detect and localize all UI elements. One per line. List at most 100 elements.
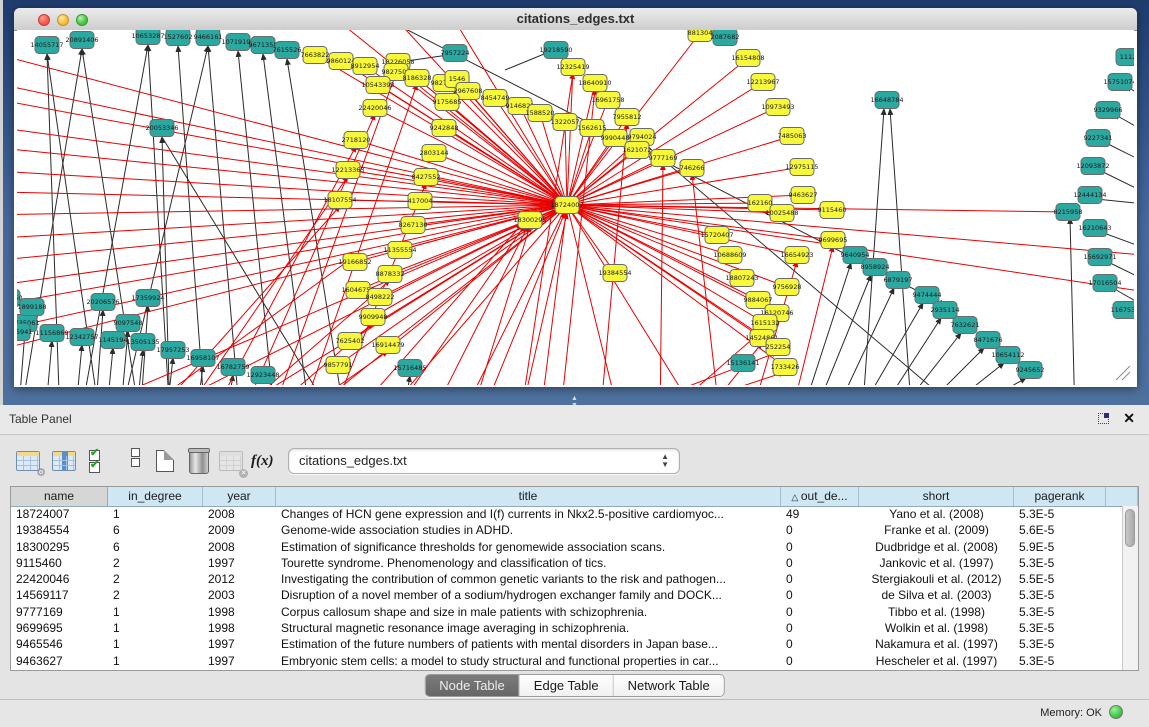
graph-edge[interactable] bbox=[17, 205, 567, 285]
graph-node[interactable]: 16782759 bbox=[216, 359, 249, 376]
graph-node[interactable]: 14055717 bbox=[30, 37, 63, 54]
graph-node[interactable]: 9699695 bbox=[819, 232, 848, 249]
table-row[interactable]: 1872400712008Changes of HCN gene express… bbox=[11, 506, 1123, 522]
graph-node[interactable]: 12213967 bbox=[746, 74, 779, 91]
graph-node[interactable]: 9474444 bbox=[913, 287, 942, 304]
column-header-out_degree[interactable]: △ out_de... bbox=[781, 487, 859, 506]
table-row[interactable]: 1456911722003Disruption of a novel membe… bbox=[11, 587, 1123, 603]
graph-node[interactable]: 2803144 bbox=[420, 145, 449, 162]
graph-node[interactable]: 9777169 bbox=[649, 150, 678, 167]
graph-node[interactable]: 16654923 bbox=[780, 247, 813, 264]
graph-node[interactable]: 18724007 bbox=[550, 197, 583, 214]
graph-node[interactable]: 16648784 bbox=[870, 92, 903, 109]
graph-edge[interactable] bbox=[505, 52, 549, 70]
resize-grip-icon[interactable] bbox=[1116, 366, 1130, 380]
table-row[interactable]: 1830029562008Estimation of significance … bbox=[11, 539, 1123, 555]
graph-node[interactable]: 9857791 bbox=[324, 357, 353, 374]
graph-node[interactable]: 1167533 bbox=[1111, 302, 1134, 319]
graph-node[interactable]: 1145194 bbox=[99, 332, 128, 349]
graph-node[interactable]: 9175685 bbox=[433, 94, 462, 111]
graph-node[interactable]: 12213363 bbox=[331, 162, 364, 179]
graph-edge[interactable] bbox=[434, 153, 567, 205]
graph-node[interactable]: 9463627 bbox=[789, 187, 818, 204]
close-icon[interactable]: ✕ bbox=[1123, 410, 1135, 426]
graph-node[interactable]: 8215958 bbox=[1054, 204, 1083, 221]
table-row[interactable]: 977716911998Corpus callosum shape and si… bbox=[11, 604, 1123, 620]
graph-edge[interactable] bbox=[45, 341, 52, 385]
table-row[interactable]: 946554611997Estimation of the future num… bbox=[11, 636, 1123, 652]
graph-node[interactable]: 1899188 bbox=[18, 299, 47, 316]
graph-node[interactable]: 9756928 bbox=[773, 279, 802, 296]
select-all-icon[interactable] bbox=[89, 447, 115, 475]
graph-node[interactable]: 16961758 bbox=[591, 92, 624, 109]
graph-node[interactable]: 16154808 bbox=[731, 50, 764, 67]
graph-edge[interactable] bbox=[136, 350, 143, 385]
float-window-icon[interactable] bbox=[1098, 413, 1109, 424]
graph-node[interactable]: 1621072 bbox=[623, 142, 652, 159]
graph-node[interactable]: 19166852 bbox=[338, 254, 371, 271]
graph-node[interactable]: 7615526 bbox=[273, 42, 302, 59]
graph-edge[interactable] bbox=[75, 345, 82, 385]
graph-node[interactable]: 8427552 bbox=[412, 169, 441, 186]
graph-node[interactable]: 1322057 bbox=[551, 114, 580, 131]
graph-node[interactable]: 7625402 bbox=[336, 333, 365, 350]
graph-node[interactable]: 20206576 bbox=[86, 294, 119, 311]
graph-node[interactable]: 1733426 bbox=[771, 359, 800, 376]
window-titlebar[interactable]: citations_edges.txt bbox=[14, 8, 1137, 31]
graph-node[interactable]: 18807243 bbox=[725, 270, 758, 287]
graph-node[interactable]: 16914479 bbox=[371, 337, 404, 354]
graph-node[interactable]: 16210643 bbox=[1078, 220, 1111, 237]
graph-edge[interactable] bbox=[17, 55, 567, 205]
graph-node[interactable]: 18107554 bbox=[323, 192, 356, 209]
graph-node[interactable]: 19384554 bbox=[598, 265, 631, 282]
graph-node[interactable]: 17957253 bbox=[156, 342, 189, 359]
graph-node[interactable]: 11156869 bbox=[35, 325, 68, 342]
table-row[interactable]: 946362711997Embryonic stem cells: a mode… bbox=[11, 653, 1123, 669]
graph-node[interactable]: 8958924 bbox=[861, 259, 890, 276]
graph-edge[interactable] bbox=[1070, 218, 1075, 385]
graph-edge[interactable] bbox=[565, 122, 567, 205]
graph-node[interactable]: 12342757 bbox=[65, 329, 98, 346]
graph-node[interactable]: 1112 bbox=[1116, 49, 1134, 66]
network-table-selector[interactable]: citations_edges.txt ▲▼ bbox=[288, 448, 680, 474]
graph-edge[interactable] bbox=[208, 46, 240, 385]
graph-node[interactable]: 22420046 bbox=[358, 100, 391, 117]
graph-edge[interactable] bbox=[356, 140, 567, 205]
graph-edge[interactable] bbox=[932, 363, 1004, 385]
graph-node[interactable]: 2935114 bbox=[931, 302, 960, 319]
column-chooser-icon[interactable] bbox=[122, 447, 148, 475]
graph-node[interactable]: 3915941 bbox=[17, 324, 32, 341]
graph-node[interactable]: 1527602 bbox=[164, 30, 193, 46]
graph-edge[interactable] bbox=[17, 148, 567, 205]
table-row[interactable]: 969969511998Structural magnetic resonanc… bbox=[11, 620, 1123, 636]
tab-edge-table[interactable]: Edge Table bbox=[520, 675, 614, 696]
graph-node[interactable]: 20053346 bbox=[145, 120, 178, 137]
graph-edge[interactable] bbox=[832, 288, 894, 385]
graph-edge[interactable] bbox=[263, 54, 310, 385]
graph-edge[interactable] bbox=[178, 46, 205, 385]
graph-node[interactable]: 9227341 bbox=[1084, 130, 1113, 147]
table-row[interactable]: 1938455462009Genome-wide association stu… bbox=[11, 522, 1123, 538]
graph-node[interactable]: 15692971 bbox=[1083, 249, 1116, 266]
graph-node[interactable]: 9329966 bbox=[1094, 102, 1123, 119]
graph-node[interactable]: 1615132 bbox=[751, 315, 780, 332]
graph-node[interactable]: 7485063 bbox=[778, 128, 807, 145]
graph-node[interactable]: 18300295 bbox=[513, 212, 546, 229]
graph-node[interactable]: 7955812 bbox=[613, 109, 642, 126]
network-canvas[interactable]: 7663822986012489129541822605898275098186… bbox=[17, 30, 1134, 385]
graph-node[interactable]: 17359924 bbox=[131, 290, 164, 307]
column-header-short[interactable]: short bbox=[859, 487, 1014, 506]
graph-node[interactable]: 12444134 bbox=[1073, 187, 1106, 204]
graph-node[interactable]: 10973493 bbox=[761, 99, 794, 116]
graph-edge[interactable] bbox=[800, 263, 851, 385]
graph-node[interactable]: 15751074 bbox=[1103, 74, 1134, 91]
graph-node[interactable]: 16958107 bbox=[186, 350, 219, 367]
column-header-name[interactable]: name bbox=[11, 487, 108, 506]
graph-node[interactable]: 9115460 bbox=[818, 202, 847, 219]
graph-node[interactable]: 6879197 bbox=[884, 272, 913, 289]
column-header-title[interactable]: title bbox=[276, 487, 781, 506]
graph-node[interactable]: 7632621 bbox=[951, 317, 980, 334]
graph-node[interactable]: 10543392 bbox=[361, 77, 394, 94]
graph-node[interactable]: 9909948 bbox=[359, 309, 388, 326]
graph-node[interactable]: 20891406 bbox=[65, 32, 98, 49]
